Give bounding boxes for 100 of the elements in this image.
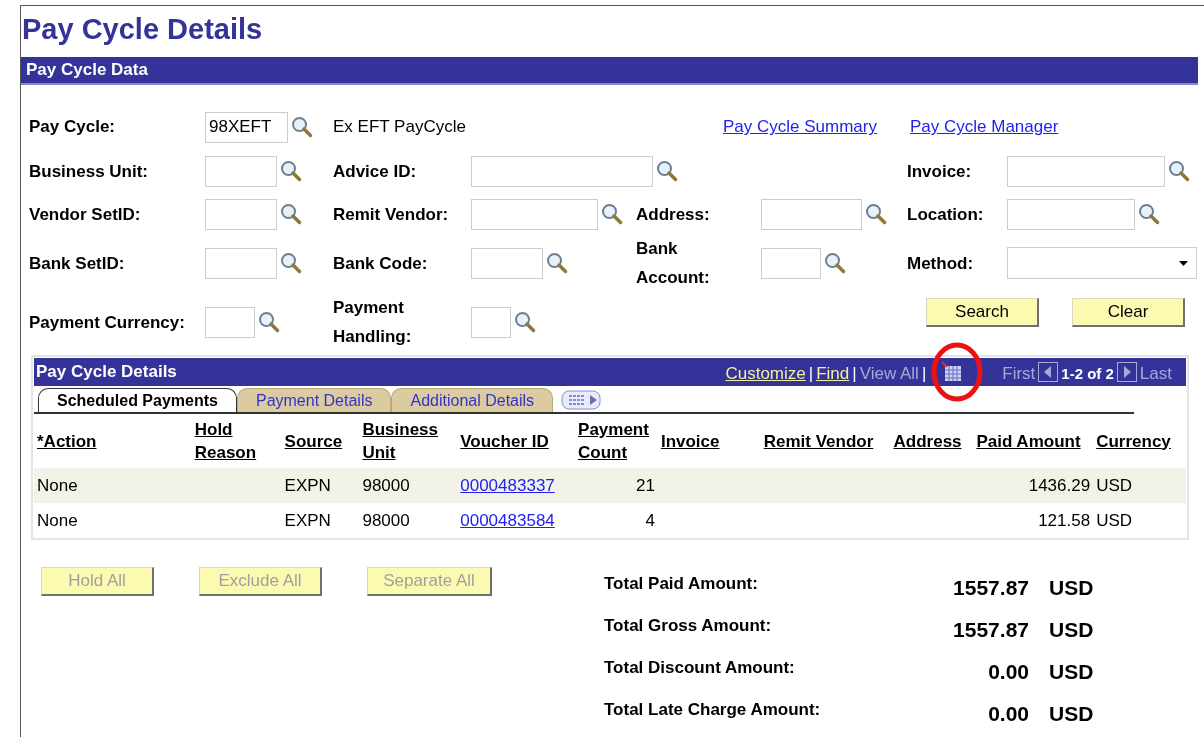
voucher-link[interactable]: 0000483584 — [460, 507, 555, 534]
total-label: Total Gross Amount: — [604, 615, 773, 638]
input-field[interactable]: 98XEFT — [205, 111, 288, 143]
first-label: First — [1002, 363, 1036, 386]
input-field[interactable] — [761, 247, 821, 279]
field-label: Payment Handling: — [333, 297, 413, 348]
table-cell-text: EXPN — [284, 474, 331, 497]
input-field[interactable] — [205, 198, 277, 230]
table-cell-text: None — [37, 474, 78, 497]
section-header: Pay Cycle Data — [21, 57, 1198, 85]
column-header[interactable]: Paid Amount — [976, 429, 1081, 453]
column-header[interactable]: Business Unit — [362, 418, 449, 464]
input-field[interactable] — [471, 247, 543, 279]
column-header[interactable]: Address — [893, 429, 962, 453]
input-field[interactable] — [471, 155, 653, 187]
field-label: Invoice: — [907, 160, 972, 183]
table-cell-text: USD — [1096, 474, 1133, 497]
input-field[interactable] — [761, 198, 862, 230]
grid-view-icon[interactable] — [941, 362, 964, 382]
column-header[interactable]: Hold Reason — [194, 418, 281, 464]
tab[interactable]: Scheduled Payments — [38, 388, 237, 412]
total-amount: 1557.87 — [952, 575, 1029, 602]
input-field[interactable] — [205, 247, 277, 279]
dropdown-arrow-icon — [1179, 260, 1188, 266]
column-header[interactable]: Voucher ID — [460, 429, 549, 453]
field-label: Location: — [907, 203, 984, 226]
show-all-columns-icon[interactable] — [561, 389, 604, 411]
total-label: Total Late Charge Amount: — [604, 699, 822, 722]
total-currency: USD — [1049, 575, 1094, 602]
column-header[interactable]: Invoice — [660, 429, 720, 453]
search-icon[interactable] — [280, 203, 302, 225]
input-field[interactable] — [205, 155, 277, 187]
column-header[interactable]: Payment Count — [578, 418, 661, 464]
grid-link[interactable]: Customize — [725, 361, 806, 387]
search-icon[interactable] — [656, 160, 678, 182]
column-header[interactable]: Remit Vendor — [763, 429, 874, 453]
tab[interactable]: Additional Details — [391, 388, 554, 412]
field-label: Vendor SetID: — [29, 203, 141, 226]
nav-link[interactable]: Pay Cycle Summary — [723, 114, 877, 140]
search-icon[interactable] — [601, 203, 623, 225]
field-label: Business Unit: — [29, 160, 149, 183]
field-label: Bank Code: — [333, 252, 428, 275]
field-label: Pay Cycle: — [29, 116, 115, 139]
total-label: Total Discount Amount: — [604, 657, 796, 680]
highlight-circle — [931, 342, 984, 402]
pay-cycle-description: Ex EFT PayCycle — [333, 116, 466, 139]
tab[interactable]: Payment Details — [236, 388, 392, 412]
table-cell-text: 4 — [645, 509, 655, 532]
field-label: Address: — [636, 203, 710, 226]
search-icon[interactable] — [514, 311, 536, 333]
table-cell-text: 21 — [636, 474, 655, 497]
field-label: Payment Currency: — [29, 311, 185, 334]
column-header[interactable]: Currency — [1096, 429, 1171, 453]
field-label: Advice ID: — [333, 160, 417, 183]
action-button[interactable]: Clear — [1072, 298, 1185, 327]
table-cell-text: None — [37, 509, 78, 532]
total-amount: 1557.87 — [952, 617, 1029, 644]
input-field[interactable] — [205, 306, 255, 338]
search-icon[interactable] — [865, 203, 887, 225]
table-cell-text: USD — [1096, 509, 1133, 532]
total-label: Total Paid Amount: — [604, 573, 759, 596]
table-cell-text: 1436.29 — [1028, 474, 1091, 497]
voucher-link[interactable]: 0000483337 — [460, 472, 555, 499]
table-cell-text: 98000 — [362, 509, 410, 532]
table-cell-text: 98000 — [362, 474, 410, 497]
total-amount: 0.00 — [987, 701, 1029, 728]
separator: | — [808, 363, 814, 386]
column-header[interactable]: *Action — [37, 429, 97, 453]
nav-link[interactable]: Pay Cycle Manager — [910, 114, 1059, 140]
search-icon[interactable] — [1138, 203, 1160, 225]
input-field[interactable] — [471, 198, 598, 230]
grid-title: Pay Cycle Details — [36, 361, 177, 384]
grid-link[interactable]: Find — [816, 361, 850, 387]
search-icon[interactable] — [280, 252, 302, 274]
action-button[interactable]: Search — [926, 298, 1039, 327]
input-field[interactable] — [471, 306, 511, 338]
search-icon[interactable] — [291, 116, 313, 138]
total-amount: 0.00 — [987, 659, 1029, 686]
total-currency: USD — [1049, 659, 1094, 686]
field-label: Bank Account: — [636, 238, 711, 289]
column-header[interactable]: Source — [284, 429, 343, 453]
table-cell-text: EXPN — [284, 509, 331, 532]
search-icon[interactable] — [1168, 160, 1190, 182]
table-cell-text: 121.58 — [1038, 509, 1091, 532]
page-range: 1-2 of 2 — [1061, 363, 1114, 384]
previous-icon[interactable] — [1038, 362, 1059, 382]
search-icon[interactable] — [546, 252, 568, 274]
field-label: Bank SetID: — [29, 252, 125, 275]
field-label: Method: — [907, 252, 974, 275]
search-icon[interactable] — [824, 252, 846, 274]
input-field[interactable] — [1007, 198, 1135, 230]
search-icon[interactable] — [280, 160, 302, 182]
search-icon[interactable] — [258, 311, 280, 333]
separator: | — [921, 363, 927, 386]
total-currency: USD — [1049, 701, 1094, 728]
next-icon[interactable] — [1116, 362, 1137, 382]
input-field[interactable] — [1007, 155, 1165, 187]
total-currency: USD — [1049, 617, 1094, 644]
field-label: Remit Vendor: — [333, 203, 449, 226]
page-title: Pay Cycle Details — [22, 12, 263, 47]
